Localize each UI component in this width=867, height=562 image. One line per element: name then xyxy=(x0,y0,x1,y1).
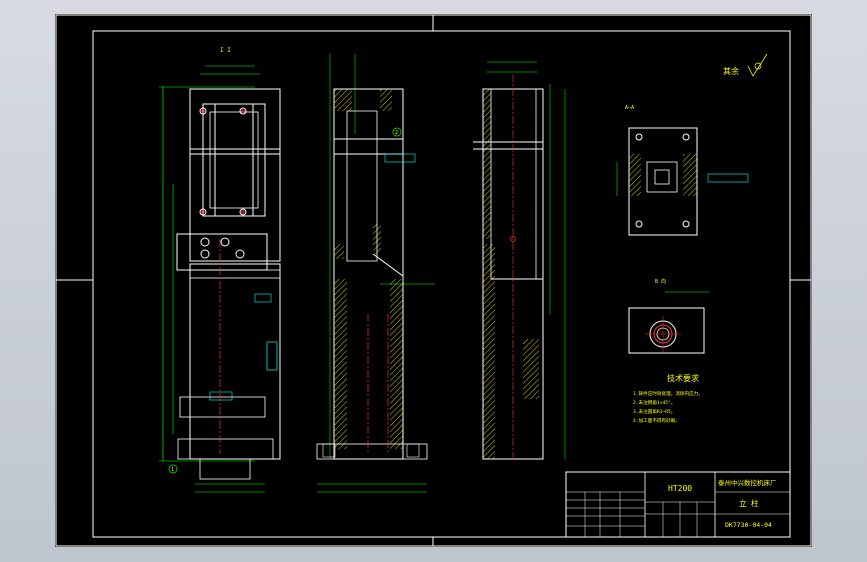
technical-requirements: 技术要求 1.铸件应时效处理，消除内应力。 2.未注倒角1×45°。 3.未注圆… xyxy=(633,373,703,424)
callout-1-left: 1 xyxy=(171,467,174,473)
section-aa: A—A xyxy=(616,105,749,236)
material-text: HT200 xyxy=(668,484,692,493)
tech-req-2: 2.未注倒角1×45°。 xyxy=(633,399,675,406)
view-label: I I xyxy=(220,47,231,54)
company-text: 泰州中兴数控机床厂 xyxy=(718,478,777,487)
drawing-canvas: I I 1 2 其余 A—A B 向 技术要求 1.铸件应时效处理，消除内应力。… xyxy=(55,14,812,547)
tech-req-1: 1.铸件应时效处理，消除内应力。 xyxy=(633,390,703,397)
roughness-note: 其余 xyxy=(723,53,768,77)
cad-viewport[interactable]: I I 1 2 其余 A—A B 向 技术要求 1.铸件应时效处理，消除内应力。… xyxy=(0,0,867,562)
tech-req-4: 4.加工面不得有砂眼。 xyxy=(633,417,680,424)
roughness-label: 其余 xyxy=(723,66,739,76)
tech-req-title: 技术要求 xyxy=(667,373,699,383)
drawing-sheet: I I 1 2 其余 A—A B 向 技术要求 1.铸件应时效处理，消除内应力。… xyxy=(55,14,812,547)
view-b: B 向 xyxy=(628,278,710,354)
callout-2-middle: 2 xyxy=(395,130,398,136)
drawing-number-text: DK7730-04-04 xyxy=(725,521,772,529)
tech-req-3: 3.未注圆角R3~R5。 xyxy=(633,408,675,415)
view-side-right xyxy=(473,61,566,460)
view-section-middle: 2 xyxy=(316,54,435,493)
view-b-label: B 向 xyxy=(655,278,666,285)
section-aa-label: A—A xyxy=(625,105,634,111)
view-front-left: I I 1 xyxy=(159,47,281,493)
sheet-border xyxy=(55,14,812,547)
title-block: HT200 泰州中兴数控机床厂 立 柱 DK7730-04-04 xyxy=(565,471,791,538)
part-name-text: 立 柱 xyxy=(739,498,759,508)
